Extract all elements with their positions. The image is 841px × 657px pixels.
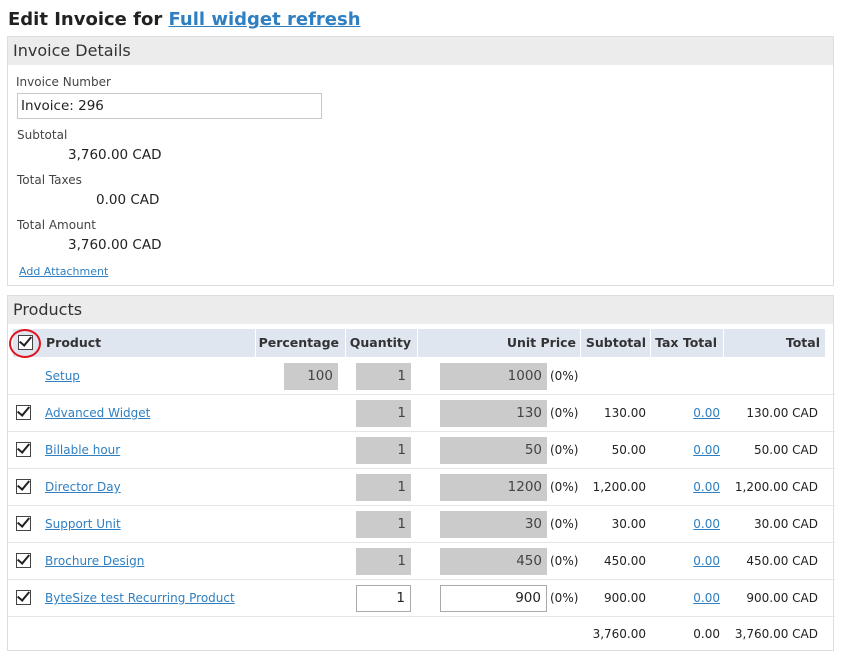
row-total: 130.00 CAD xyxy=(746,406,818,420)
table-row: Support Unit 1 30 (0%) 30.00 0.00 30.00 CAD xyxy=(8,506,835,543)
row-subtotal: 1,200.00 xyxy=(592,480,646,494)
page-title: Edit Invoice for Full widget refresh xyxy=(8,9,361,30)
table-row: Brochure Design 1 450 (0%) 450.00 0.00 450.00 … xyxy=(8,543,835,580)
tax-percent: (0%) xyxy=(550,369,579,383)
table-row: Billable hour 1 50 (0%) 50.00 0.00 50.00 CAD xyxy=(8,432,835,469)
unit-price-field: 1000 xyxy=(440,363,547,390)
row-total: 30.00 CAD xyxy=(754,517,818,531)
row-tax-total-link[interactable]: 0.00 xyxy=(693,443,720,457)
row-total: 50.00 CAD xyxy=(754,443,818,457)
total-taxes-value: 0.00 CAD xyxy=(96,192,160,208)
row-tax-total-link[interactable]: 0.00 xyxy=(693,480,720,494)
row-total: 450.00 CAD xyxy=(746,554,818,568)
products-panel: Products Product Percentage Quantity Uni… xyxy=(7,295,835,653)
total-amount-label: Total Amount xyxy=(17,218,96,232)
unit-price-field: 1200 xyxy=(440,474,547,501)
totals-subtotal: 3,760.00 xyxy=(592,627,646,641)
table-row: ByteSize test Recurring Product 1 900 (0%) 9… xyxy=(8,580,835,617)
col-subtotal[interactable]: Subtotal xyxy=(580,329,650,357)
invoice-number-input[interactable] xyxy=(17,93,322,119)
unit-price-field: 50 xyxy=(440,437,547,464)
invoice-details-panel: Invoice Details Invoice Number Subtotal … xyxy=(7,36,834,286)
tax-percent: (0%) xyxy=(550,406,579,420)
row-tax-total-link[interactable]: 0.00 xyxy=(693,591,720,605)
row-checkbox[interactable] xyxy=(16,479,31,494)
row-total: 900.00 CAD xyxy=(746,591,818,605)
client-link[interactable]: Full widget refresh xyxy=(169,9,361,30)
col-percentage[interactable]: Percentage xyxy=(255,329,345,357)
row-subtotal: 50.00 xyxy=(611,443,646,457)
totals-total: 3,760.00 CAD xyxy=(734,627,818,641)
row-subtotal: 450.00 xyxy=(604,554,646,568)
total-taxes-label: Total Taxes xyxy=(17,173,82,187)
quantity-field: 1 xyxy=(356,474,411,501)
highlight-circle xyxy=(9,329,41,358)
subtotal-label: Subtotal xyxy=(17,128,68,142)
row-tax-total-link[interactable]: 0.00 xyxy=(693,554,720,568)
tax-percent: (0%) xyxy=(550,517,579,531)
col-quantity[interactable]: Quantity xyxy=(345,329,417,357)
row-subtotal: 30.00 xyxy=(611,517,646,531)
tax-percent: (0%) xyxy=(550,480,579,494)
row-checkbox[interactable] xyxy=(16,516,31,531)
unit-price-field: 450 xyxy=(440,548,547,575)
tax-percent: (0%) xyxy=(550,554,579,568)
invoice-details-header: Invoice Details xyxy=(8,37,833,65)
product-link[interactable]: Support Unit xyxy=(45,517,121,531)
unit-price-field: 30 xyxy=(440,511,547,538)
quantity-field: 1 xyxy=(356,363,411,390)
products-header: Products xyxy=(8,296,833,324)
subtotal-value: 3,760.00 CAD xyxy=(68,147,162,163)
totals-row: 3,760.00 0.00 3,760.00 CAD xyxy=(8,616,835,653)
row-checkbox[interactable] xyxy=(16,590,31,605)
row-subtotal: 130.00 xyxy=(604,406,646,420)
col-unit-price[interactable]: Unit Price xyxy=(417,329,580,357)
row-checkbox[interactable] xyxy=(16,553,31,568)
col-total[interactable]: Total xyxy=(723,329,825,357)
product-link[interactable]: Director Day xyxy=(45,480,121,494)
row-tax-total-link[interactable]: 0.00 xyxy=(693,517,720,531)
product-link[interactable]: ByteSize test Recurring Product xyxy=(45,591,235,605)
col-product[interactable]: Product xyxy=(46,329,101,357)
quantity-field: 1 xyxy=(356,437,411,464)
table-row: Advanced Widget 1 130 (0%) 130.00 0.00 130.00 … xyxy=(8,395,835,432)
product-link[interactable]: Brochure Design xyxy=(45,554,144,568)
quantity-field: 1 xyxy=(356,548,411,575)
quantity-field: 1 xyxy=(356,400,411,427)
row-total: 1,200.00 CAD xyxy=(734,480,818,494)
unit-price-field[interactable]: 900 xyxy=(440,585,547,612)
row-tax-total-link[interactable]: 0.00 xyxy=(693,406,720,420)
table-row: Director Day 1 1200 (0%) 1,200.00 0.00 1,200.0… xyxy=(8,469,835,506)
product-link[interactable]: Advanced Widget xyxy=(45,406,150,420)
quantity-field[interactable]: 1 xyxy=(356,585,411,612)
tax-percent: (0%) xyxy=(550,443,579,457)
page-title-prefix: Edit Invoice for xyxy=(8,9,163,30)
invoice-number-label: Invoice Number xyxy=(16,75,111,89)
unit-price-field: 130 xyxy=(440,400,547,427)
col-tax-total[interactable]: Tax Total xyxy=(650,329,723,357)
quantity-field: 1 xyxy=(356,511,411,538)
product-link[interactable]: Setup xyxy=(45,369,80,383)
total-amount-value: 3,760.00 CAD xyxy=(68,237,162,253)
tax-percent: (0%) xyxy=(550,591,579,605)
product-link[interactable]: Billable hour xyxy=(45,443,120,457)
row-checkbox[interactable] xyxy=(16,442,31,457)
add-attachment-link[interactable]: Add Attachment xyxy=(19,265,108,278)
products-table-header: Product Percentage Quantity Unit Price S… xyxy=(13,329,825,357)
row-subtotal: 900.00 xyxy=(604,591,646,605)
table-row: Setup 100 1 1000 (0%) xyxy=(8,358,835,395)
row-checkbox[interactable] xyxy=(16,405,31,420)
totals-tax-total: 0.00 xyxy=(693,627,720,641)
percentage-field: 100 xyxy=(284,363,338,390)
